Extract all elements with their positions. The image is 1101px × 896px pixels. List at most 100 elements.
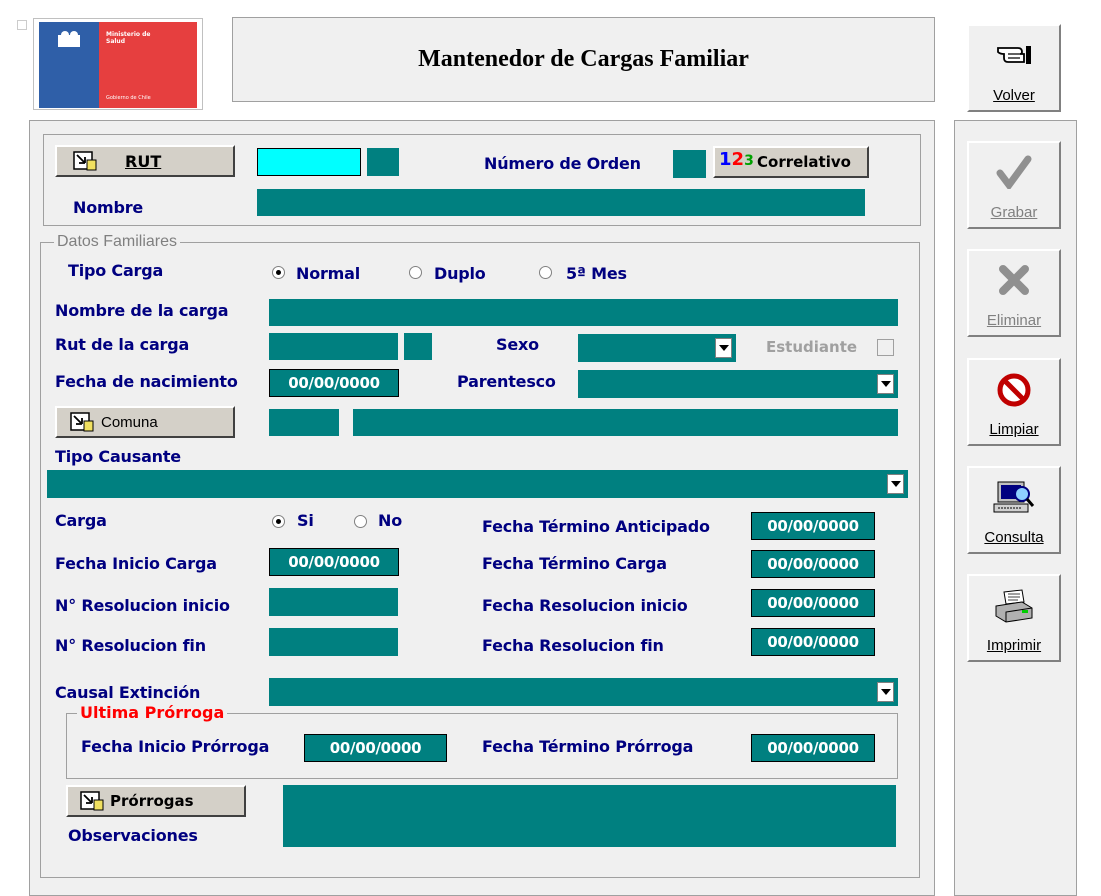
fecha-resolucion-inicio-label: Fecha Resolucion inicio (482, 596, 688, 615)
numbers-123-icon: 123 (719, 149, 754, 170)
fecha-resolucion-inicio-input[interactable]: 00/00/0000 (751, 589, 875, 617)
n-resolucion-fin-label: N° Resolucion fin (55, 636, 206, 655)
volver-label: Volver (993, 87, 1035, 104)
no-entry-icon (969, 372, 1059, 408)
n-resolucion-inicio-label: N° Resolucion inicio (55, 596, 230, 615)
tipo-causante-label: Tipo Causante (55, 447, 181, 466)
eliminar-button[interactable]: Eliminar (967, 249, 1061, 337)
lookup-icon (70, 412, 94, 432)
fecha-nacimiento-input[interactable]: 00/00/0000 (269, 369, 399, 397)
ultima-prorroga-legend: Ultima Prórroga (77, 704, 228, 722)
radio-si[interactable] (272, 515, 285, 528)
fecha-inicio-prorroga-input[interactable]: 00/00/0000 (304, 734, 447, 762)
sexo-label: Sexo (496, 335, 539, 354)
chevron-down-icon[interactable] (877, 374, 894, 394)
estudiante-label: Estudiante (766, 338, 858, 356)
imprimir-button[interactable]: Imprimir (967, 574, 1061, 662)
page-title: Mantenedor de Cargas Familiar (418, 46, 749, 72)
comuna-button[interactable]: Comuna (55, 406, 235, 438)
nombre-carga-input[interactable] (269, 299, 898, 326)
fecha-termino-anticipado-label: Fecha Término Anticipado (482, 517, 710, 536)
nombre-carga-label: Nombre de la carga (55, 301, 229, 320)
imprimir-label: Imprimir (986, 637, 1042, 654)
logo-text-2: Salud (106, 38, 125, 45)
radio-no[interactable] (354, 515, 367, 528)
chevron-down-icon[interactable] (877, 682, 894, 702)
limpiar-button[interactable]: Limpiar (967, 358, 1061, 446)
radio-normal-label: Normal (296, 264, 361, 283)
eliminar-label: Eliminar (986, 312, 1042, 329)
carga-label: Carga (55, 511, 107, 530)
window-marker (17, 20, 27, 30)
parentesco-select[interactable] (578, 370, 898, 398)
fecha-inicio-carga-input[interactable]: 00/00/0000 (269, 548, 399, 576)
rut-carga-dv-input[interactable] (404, 333, 432, 360)
estudiante-checkbox[interactable] (877, 339, 894, 356)
nombre-input[interactable] (257, 189, 865, 216)
logo-emblem (56, 29, 82, 49)
fecha-nacimiento-label: Fecha de nacimiento (55, 372, 238, 391)
rut-carga-label: Rut de la carga (55, 335, 190, 354)
fecha-termino-anticipado-input[interactable]: 00/00/0000 (751, 512, 875, 540)
printer-icon (969, 588, 1059, 624)
rut-button-label: RUT (125, 152, 162, 171)
fecha-resolucion-fin-input[interactable]: 00/00/0000 (751, 628, 875, 656)
numero-orden-input[interactable] (673, 150, 706, 178)
fecha-termino-carga-input[interactable]: 00/00/0000 (751, 550, 875, 578)
logo-text-1: Ministerio de (106, 31, 151, 38)
rut-button[interactable]: RUT (55, 145, 235, 177)
grabar-button[interactable]: Grabar (967, 141, 1061, 229)
logo-footer-text: Gobierno de Chile (106, 95, 151, 101)
observaciones-label: Observaciones (68, 826, 198, 845)
rut-dv-input[interactable] (367, 148, 399, 176)
tipo-causante-select[interactable] (47, 470, 908, 498)
radio-5-mes-label: 5ª Mes (566, 264, 627, 283)
tipo-carga-label: Tipo Carga (68, 261, 164, 280)
computer-search-icon (969, 480, 1059, 516)
fecha-inicio-prorroga-label: Fecha Inicio Prórroga (81, 737, 270, 756)
fecha-termino-carga-label: Fecha Término Carga (482, 554, 667, 573)
sexo-select[interactable] (578, 334, 736, 362)
radio-duplo[interactable] (409, 266, 422, 279)
fecha-resolucion-fin-label: Fecha Resolucion fin (482, 636, 664, 655)
radio-si-label: Si (297, 511, 314, 530)
rut-carga-input[interactable] (269, 333, 398, 360)
causal-extincion-select[interactable] (269, 678, 898, 706)
fecha-inicio-carga-label: Fecha Inicio Carga (55, 554, 217, 573)
causal-extincion-label: Causal Extinción (55, 683, 201, 702)
consulta-button[interactable]: Consulta (967, 466, 1061, 554)
checkmark-icon (969, 155, 1059, 191)
lookup-icon (80, 791, 104, 811)
datos-familiares-legend: Datos Familiares (54, 233, 181, 251)
numero-orden-label: Número de Orden (484, 154, 641, 173)
radio-duplo-label: Duplo (434, 264, 486, 283)
lookup-icon (73, 151, 97, 171)
chevron-down-icon[interactable] (887, 474, 904, 494)
limpiar-label: Limpiar (989, 421, 1039, 438)
radio-5-mes[interactable] (539, 266, 552, 279)
volver-button[interactable]: Volver (967, 24, 1061, 112)
consulta-label: Consulta (984, 529, 1044, 546)
fecha-termino-prorroga-input[interactable]: 00/00/0000 (751, 734, 875, 762)
chevron-down-icon[interactable] (715, 338, 732, 358)
comuna-button-label: Comuna (101, 414, 158, 431)
correlativo-button[interactable]: 123 Correlativo (713, 146, 869, 178)
grabar-label: Grabar (990, 204, 1038, 221)
observaciones-textarea[interactable] (283, 785, 896, 847)
x-delete-icon (969, 263, 1059, 299)
parentesco-label: Parentesco (457, 372, 556, 391)
fecha-termino-prorroga-label: Fecha Término Prórroga (482, 737, 694, 756)
prorrogas-button-label: Prórrogas (110, 792, 194, 810)
radio-normal[interactable] (272, 266, 285, 279)
rut-input[interactable] (257, 148, 361, 176)
comuna-name-input[interactable] (353, 409, 898, 436)
comuna-code-input[interactable] (269, 409, 339, 436)
prorrogas-button[interactable]: Prórrogas (66, 785, 246, 817)
n-resolucion-fin-input[interactable] (269, 628, 398, 656)
radio-no-label: No (378, 511, 402, 530)
nombre-label: Nombre (73, 198, 144, 217)
correlativo-label: Correlativo (757, 153, 851, 171)
n-resolucion-inicio-input[interactable] (269, 588, 398, 616)
title-box: Mantenedor de Cargas Familiar (232, 17, 935, 102)
header-logo: Ministerio de Salud Gobierno de Chile (33, 18, 203, 110)
